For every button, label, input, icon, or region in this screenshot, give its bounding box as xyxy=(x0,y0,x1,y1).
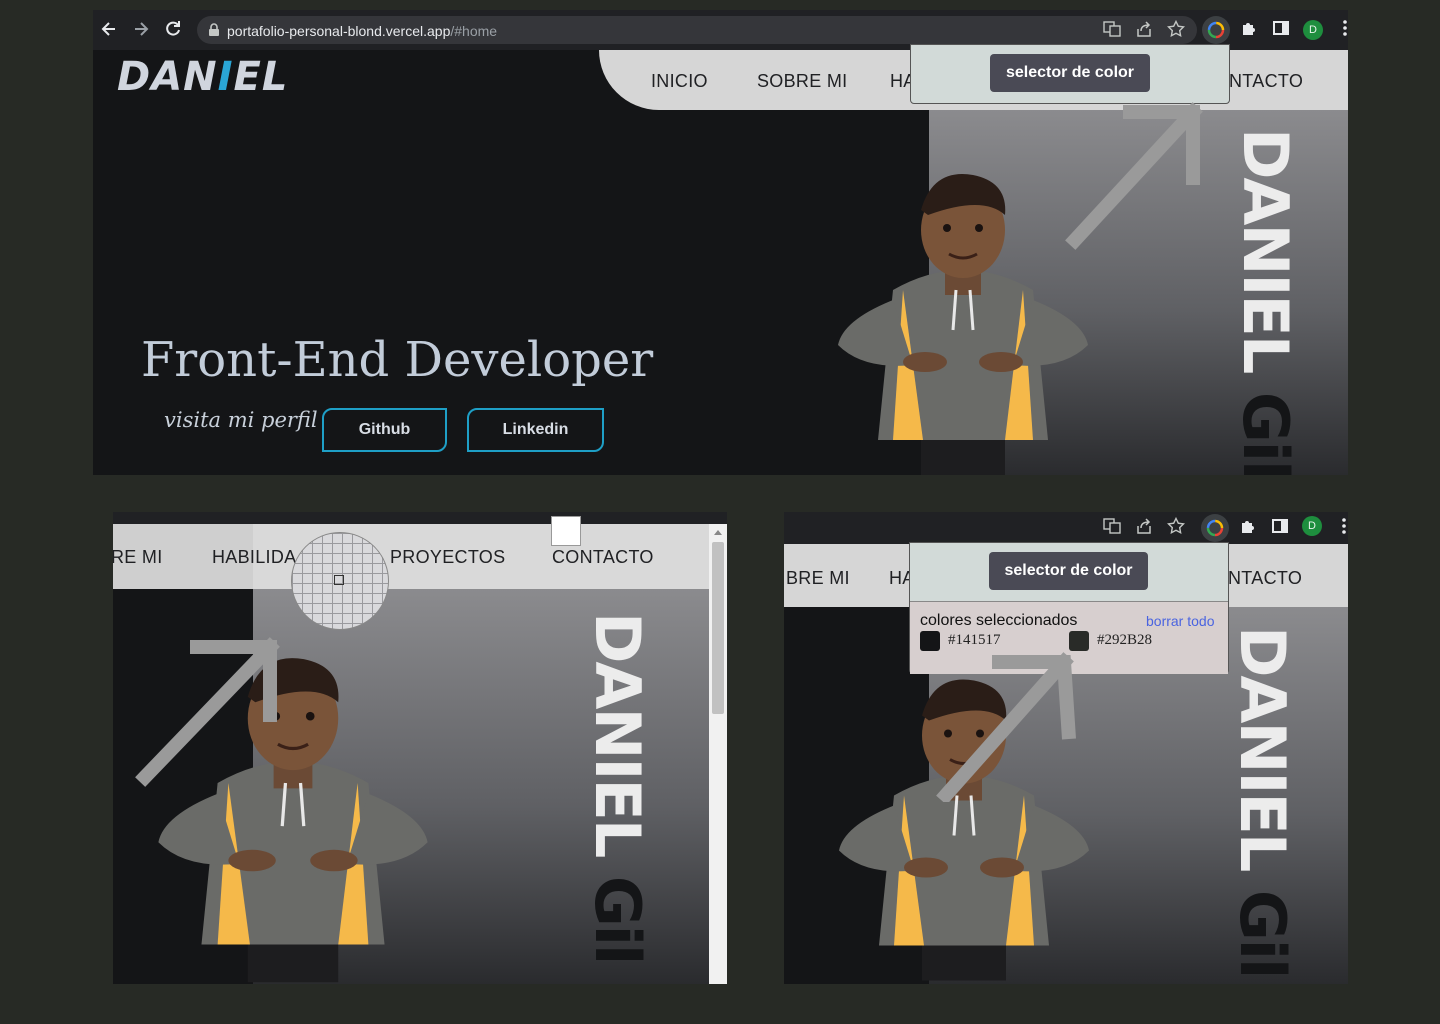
color-picker-button[interactable]: selector de color xyxy=(990,54,1150,92)
color-picker-extension-icon[interactable] xyxy=(1206,20,1226,40)
nav-link-sobre-mi[interactable]: RE MI xyxy=(113,547,163,568)
screenshot-panel-main: portafolio-personal-blond.vercel.app/#ho… xyxy=(93,10,1348,475)
nav-link-proyectos[interactable]: PROYECTOS xyxy=(390,547,505,568)
color-picker-extension-icon[interactable] xyxy=(1205,518,1225,538)
hero-subtitle: visita mi perfil xyxy=(164,408,318,432)
nav-link-contacto[interactable]: NTACTO xyxy=(1229,71,1303,92)
nav-link-sobre-mi[interactable]: BRE MI xyxy=(786,568,850,589)
menu-kebab-icon[interactable] xyxy=(1334,517,1348,537)
linkedin-button[interactable]: Linkedin xyxy=(467,408,604,452)
hero-title: Front-End Developer xyxy=(141,332,654,388)
selected-colors-title: colores seleccionados xyxy=(920,612,1078,629)
browser-edge xyxy=(113,512,727,524)
profile-avatar[interactable]: D xyxy=(1303,20,1323,40)
vertical-name-text: DANIEL Gil xyxy=(581,612,654,964)
scroll-up-arrow-icon[interactable] xyxy=(714,530,722,535)
side-panel-icon[interactable] xyxy=(1271,19,1291,39)
bookmark-star-icon[interactable] xyxy=(1166,19,1186,40)
back-icon[interactable] xyxy=(99,19,119,39)
screenshot-panel-eyedropper: RE MI HABILIDA PROYECTOS CONTACTO DANIEL… xyxy=(113,512,727,984)
clear-all-link[interactable]: borrar todo xyxy=(1146,613,1214,629)
screenshot-panel-selected-colors: D BRE MI HA NTACTO DANIEL Gil selector d… xyxy=(784,512,1348,984)
share-icon[interactable] xyxy=(1134,20,1154,40)
bookmark-star-icon[interactable] xyxy=(1166,516,1186,537)
reload-icon[interactable] xyxy=(163,19,183,39)
nav-link-contacto[interactable]: NTACTO xyxy=(1228,568,1302,589)
address-bar[interactable]: portafolio-personal-blond.vercel.app/#ho… xyxy=(197,16,1197,44)
color-hex-2[interactable]: #292B28 xyxy=(1097,632,1152,649)
lock-icon xyxy=(208,23,220,42)
profile-avatar[interactable]: D xyxy=(1302,516,1322,536)
translate-icon[interactable] xyxy=(1102,517,1122,537)
puzzle-extensions-icon[interactable] xyxy=(1238,517,1258,537)
color-picker-button[interactable]: selector de color xyxy=(989,552,1148,590)
nav-link-habilidades[interactable]: HABILIDA xyxy=(212,547,296,568)
github-button[interactable]: Github xyxy=(322,408,447,452)
color-preview-square xyxy=(551,516,581,546)
vertical-name-text: DANIEL Gil xyxy=(1226,626,1299,978)
vertical-name-text: DANIEL Gil xyxy=(1229,128,1302,475)
site-logo[interactable]: DANIEL xyxy=(117,54,288,100)
annotation-arrow xyxy=(135,637,280,787)
forward-icon[interactable] xyxy=(131,19,151,39)
browser-toolbar: D xyxy=(784,512,1348,544)
scrollbar-thumb[interactable] xyxy=(712,542,724,714)
annotation-arrow xyxy=(936,652,1076,802)
nav-link-inicio[interactable]: INICIO xyxy=(651,71,708,92)
translate-icon[interactable] xyxy=(1102,20,1122,40)
eyedropper-magnifier[interactable] xyxy=(291,532,389,630)
annotation-arrow xyxy=(1065,102,1203,250)
eyedropper-center-pixel xyxy=(334,575,344,585)
nav-link-sobre-mi[interactable]: SOBRE MI xyxy=(757,71,847,92)
page-scrollbar[interactable] xyxy=(709,524,727,984)
avatar-character-illustration xyxy=(838,174,1088,475)
nav-link-contacto[interactable]: CONTACTO xyxy=(552,547,654,568)
url-text: portafolio-personal-blond.vercel.app/#ho… xyxy=(227,23,498,39)
side-panel-icon[interactable] xyxy=(1270,517,1290,537)
share-icon[interactable] xyxy=(1134,517,1154,537)
puzzle-extensions-icon[interactable] xyxy=(1239,19,1259,39)
menu-kebab-icon[interactable] xyxy=(1335,19,1348,39)
